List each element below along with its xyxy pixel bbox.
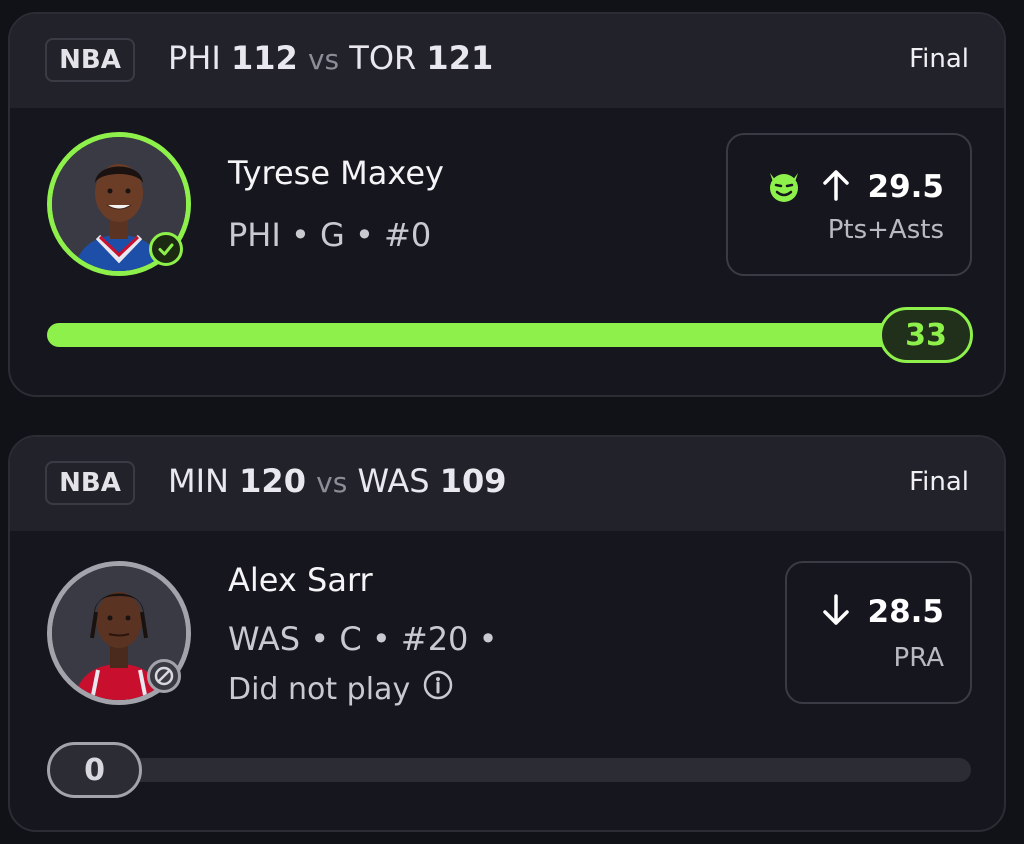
result-value-pill: 0: [47, 742, 142, 798]
game-status: Final: [909, 467, 969, 497]
team-home: TOR: [349, 39, 417, 77]
player-meta: PHI • G • #0: [228, 216, 432, 254]
projection-value: 28.5: [867, 594, 945, 630]
check-circle-icon: [149, 232, 183, 266]
pick-card[interactable]: NBA MIN 120 vs WAS 109 Final Alex Sarr W…: [8, 435, 1006, 832]
stat-type: Pts+Asts: [827, 215, 944, 245]
projection-value: 29.5: [867, 169, 945, 205]
score-home: 109: [439, 462, 507, 500]
progress-track: [47, 758, 971, 782]
game-header: NBA PHI 112 vs TOR 121 Final: [10, 14, 1004, 108]
player-meta: WAS • C • #20 •: [228, 620, 498, 658]
league-badge: NBA: [45, 38, 135, 82]
progress-track: [47, 323, 971, 347]
game-matchup: MIN 120 vs WAS 109: [168, 462, 507, 500]
progress-fill: [47, 323, 971, 347]
did-not-play-label: Did not play: [228, 671, 411, 707]
stat-type: PRA: [893, 643, 944, 673]
score-home: 121: [426, 39, 494, 77]
score-away: 120: [239, 462, 306, 500]
vs-label: vs: [307, 43, 340, 76]
result-value-pill: 33: [879, 307, 973, 363]
player-name: Tyrese Maxey: [228, 154, 444, 192]
devil-smile-icon: [764, 165, 804, 209]
blocked-icon: [147, 659, 181, 693]
player-name: Alex Sarr: [228, 561, 373, 599]
score-away: 112: [230, 39, 298, 77]
game-matchup: PHI 112 vs TOR 121: [168, 39, 493, 77]
arrow-down-icon: [820, 593, 852, 631]
game-status: Final: [909, 44, 969, 74]
league-badge: NBA: [45, 461, 135, 505]
projection-box[interactable]: 28.5 PRA: [785, 561, 972, 704]
team-away: PHI: [168, 39, 221, 77]
team-away: MIN: [168, 462, 229, 500]
team-home: WAS: [357, 462, 430, 500]
projection-box[interactable]: 29.5 Pts+Asts: [726, 133, 972, 276]
pick-card[interactable]: NBA PHI 112 vs TOR 121 Final Tyrese Maxe: [8, 12, 1006, 397]
info-icon[interactable]: [422, 669, 454, 709]
arrow-up-icon: [820, 168, 852, 206]
game-header: NBA MIN 120 vs WAS 109 Final: [10, 437, 1004, 531]
did-not-play-note[interactable]: Did not play: [228, 669, 454, 709]
vs-label: vs: [316, 466, 348, 499]
